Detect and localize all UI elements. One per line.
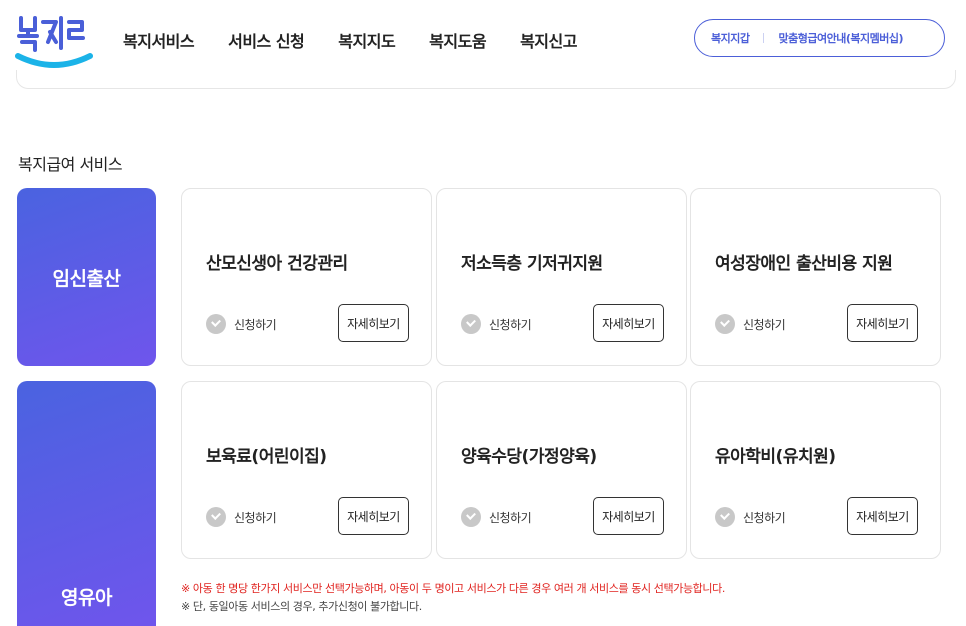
check-circle-icon	[206, 314, 226, 334]
category-label: 영유아	[61, 587, 112, 609]
check-circle-icon	[461, 507, 481, 527]
service-title: 여성장애인 출산비용 지원	[715, 254, 893, 274]
detail-button[interactable]: 자세히보기	[338, 497, 409, 535]
apply-label: 신청하기	[234, 317, 277, 332]
service-title: 저소득층 기저귀지원	[461, 254, 603, 274]
detail-button[interactable]: 자세히보기	[338, 304, 409, 342]
detail-button[interactable]: 자세히보기	[593, 497, 664, 535]
check-circle-icon	[715, 507, 735, 527]
check-circle-icon	[461, 314, 481, 334]
service-card: 여성장애인 출산비용 지원 신청하기 자세히보기	[690, 188, 941, 366]
service-title: 보육료(어린이집)	[206, 447, 327, 467]
detail-button[interactable]: 자세히보기	[847, 497, 918, 535]
nav-service-apply[interactable]: 서비스 신청	[228, 28, 305, 52]
section-title: 복지급여 서비스	[18, 155, 123, 174]
notice-red: ※ 아동 한 명당 한가지 서비스만 선택가능하며, 아동이 두 명이고 서비스…	[181, 582, 725, 595]
service-card: 유아학비(유치원) 신청하기 자세히보기	[690, 381, 941, 559]
service-title: 유아학비(유치원)	[715, 447, 836, 467]
service-card: 저소득층 기저귀지원 신청하기 자세히보기	[436, 188, 687, 366]
apply-label: 신청하기	[234, 510, 277, 525]
main-nav: 복지서비스 서비스 신청 복지지도 복지도움 복지신고	[123, 28, 611, 52]
category-infant[interactable]: 영유아	[17, 381, 156, 626]
detail-button[interactable]: 자세히보기	[593, 304, 664, 342]
apply-toggle[interactable]: 신청하기	[206, 314, 277, 334]
service-title: 산모신생아 건강관리	[206, 254, 348, 274]
check-circle-icon	[715, 314, 735, 334]
service-card: 양육수당(가정양육) 신청하기 자세히보기	[436, 381, 687, 559]
apply-toggle[interactable]: 신청하기	[461, 314, 532, 334]
welfare-wallet-link[interactable]: 복지지갑	[711, 30, 750, 46]
nav-welfare-help[interactable]: 복지도움	[429, 28, 486, 52]
header-dropdown-edge	[16, 70, 956, 89]
nav-welfare-services[interactable]: 복지서비스	[123, 28, 195, 52]
utility-links: 복지지갑 맞춤형급여안내(복지멤버십)	[694, 19, 945, 57]
service-card: 보육료(어린이집) 신청하기 자세히보기	[181, 381, 432, 559]
site-header: 복지서비스 서비스 신청 복지지도 복지도움 복지신고 복지지갑 맞춤형급여안내…	[0, 0, 966, 80]
apply-toggle[interactable]: 신청하기	[206, 507, 277, 527]
service-card: 산모신생아 건강관리 신청하기 자세히보기	[181, 188, 432, 366]
apply-label: 신청하기	[743, 317, 786, 332]
nav-welfare-report[interactable]: 복지신고	[520, 28, 577, 52]
bokjiro-logo[interactable]	[14, 12, 94, 76]
apply-toggle[interactable]: 신청하기	[715, 314, 786, 334]
check-circle-icon	[206, 507, 226, 527]
category-label: 임신출산	[52, 267, 121, 290]
logo-mark	[15, 16, 93, 68]
apply-toggle[interactable]: 신청하기	[461, 507, 532, 527]
apply-label: 신청하기	[489, 317, 532, 332]
service-title: 양육수당(가정양육)	[461, 447, 597, 467]
detail-button[interactable]: 자세히보기	[847, 304, 918, 342]
notice-gray: ※ 단, 동일아동 서비스의 경우, 추가신청이 불가합니다.	[181, 600, 422, 613]
apply-label: 신청하기	[743, 510, 786, 525]
apply-toggle[interactable]: 신청하기	[715, 507, 786, 527]
nav-welfare-map[interactable]: 복지지도	[338, 28, 395, 52]
notice-text: ※ 아동 한 명당 한가지 서비스만 선택가능하며, 아동이 두 명이고 서비스…	[181, 580, 725, 616]
apply-label: 신청하기	[489, 510, 532, 525]
membership-link[interactable]: 맞춤형급여안내(복지멤버십)	[778, 30, 903, 46]
category-pregnancy[interactable]: 임신출산	[17, 188, 156, 366]
util-divider	[763, 33, 765, 43]
